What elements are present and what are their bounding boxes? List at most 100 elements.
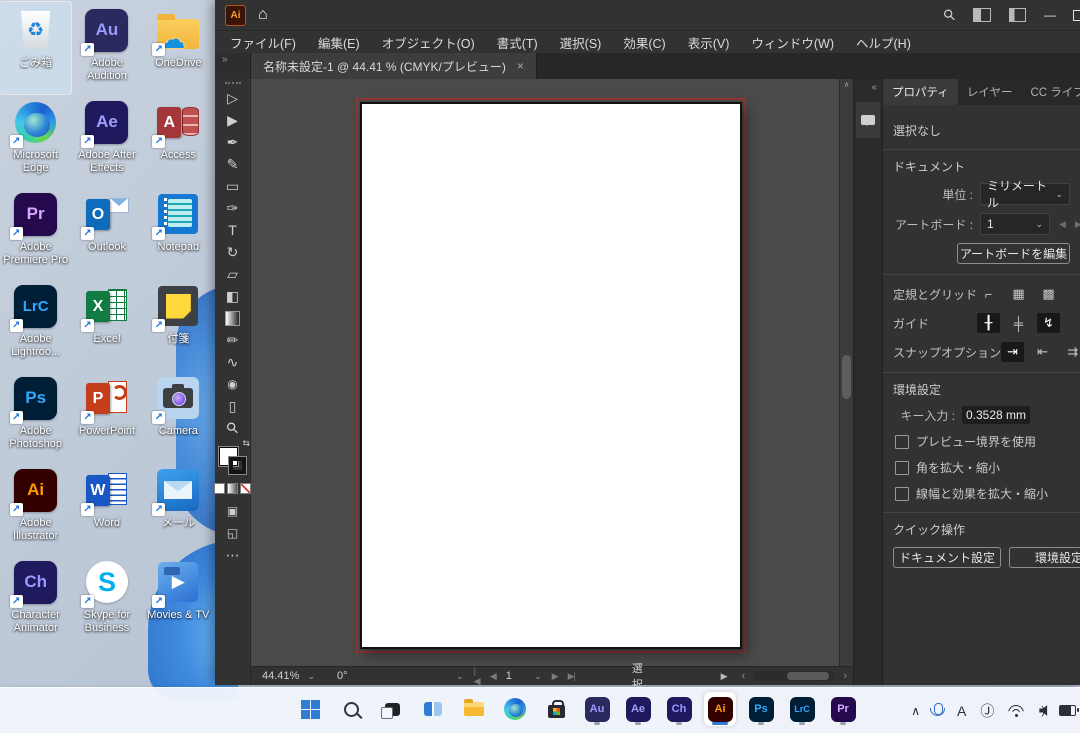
menu-object[interactable]: オブジェクト(O) xyxy=(371,33,486,52)
document-setup-button[interactable]: ドキュメント設定 xyxy=(893,547,1001,568)
color-button[interactable] xyxy=(214,483,225,494)
arrange-documents-icon[interactable] xyxy=(973,8,991,22)
file-explorer-button[interactable] xyxy=(458,692,490,726)
checkbox[interactable] xyxy=(895,461,909,475)
workspace-switcher-icon[interactable] xyxy=(1009,8,1026,22)
edge-button[interactable] xyxy=(499,692,531,726)
desktop-icon-movies-tv[interactable]: ▶ ↗ Movies & TV xyxy=(143,554,214,646)
desktop-icon-character-animator[interactable]: Ch ↗ Character Animator xyxy=(0,554,71,646)
zoom-level-dropdown[interactable]: 44.41% ⌄ xyxy=(257,669,320,683)
desktop-icon-word[interactable]: W ↗ Word xyxy=(71,462,142,554)
canvas-area[interactable]: ∧ xyxy=(251,79,853,666)
screen-mode-icon[interactable]: ◱ xyxy=(215,522,250,544)
desktop-icon-outlook[interactable]: O ↗ Outlook xyxy=(71,186,142,278)
menu-window[interactable]: ウィンドウ(W) xyxy=(740,33,845,52)
desktop-icon-powerpoint[interactable]: P ↗ PowerPoint xyxy=(71,370,142,462)
previous-artboard-icon[interactable]: ◀ xyxy=(1059,219,1066,230)
taskbar-illustrator-button[interactable]: Ai xyxy=(704,692,736,726)
rotate-view-tool[interactable]: ◉ xyxy=(215,373,250,395)
unit-dropdown[interactable]: ミリメートル ⌄ xyxy=(980,183,1070,205)
gradient-tool[interactable] xyxy=(215,307,250,329)
tab-cc-libraries[interactable]: CC ライブラリ xyxy=(1021,79,1080,105)
menu-effect[interactable]: 効果(C) xyxy=(612,33,676,52)
show-guides-icon[interactable]: ╂ xyxy=(977,313,1000,333)
task-view-button[interactable] xyxy=(376,692,408,726)
artboard-tool[interactable]: ▯ xyxy=(215,395,250,417)
desktop-icon-adobe-audition[interactable]: Au ↗ Adobe Audition xyxy=(71,2,142,94)
comments-panel-button[interactable] xyxy=(856,102,880,138)
edit-artboard-button[interactable]: アートボードを編集 xyxy=(957,243,1070,264)
eyedropper-tool[interactable]: ✏ xyxy=(215,329,250,351)
next-artboard-button[interactable]: ▶ xyxy=(552,671,558,682)
direct-selection-tool[interactable]: ▶ xyxy=(215,109,250,131)
search-icon[interactable]: ⚲ xyxy=(939,5,960,26)
desktop-icon-adobe-premiere-pro[interactable]: Pr ↗ Adobe Premiere Pro xyxy=(0,186,71,278)
start-button[interactable] xyxy=(294,692,326,726)
taskbar-after-effects-button[interactable]: Ae xyxy=(622,692,654,726)
checkbox[interactable] xyxy=(895,487,909,501)
shape-builder-tool[interactable]: ◧ xyxy=(215,285,250,307)
swap-fill-stroke-icon[interactable]: ⇆ xyxy=(242,438,250,449)
app-logo-icon[interactable]: Ai xyxy=(225,5,246,26)
desktop-icon-microsoft-edge[interactable]: ↗ Microsoft Edge xyxy=(0,94,71,186)
preferences-button[interactable]: 環境設定 xyxy=(1009,547,1080,568)
taskbar-premiere-button[interactable]: Pr xyxy=(827,692,859,726)
rotate-tool[interactable]: ↻ xyxy=(215,241,250,263)
scroll-up-icon[interactable]: ∧ xyxy=(840,80,853,89)
paintbrush-tool[interactable]: ✑ xyxy=(215,197,250,219)
menu-select[interactable]: 選択(S) xyxy=(549,33,613,52)
pen-tool[interactable]: ✒ xyxy=(215,131,250,153)
desktop-icon-sticky-notes[interactable]: ↗ 付箋 xyxy=(143,278,214,370)
microsoft-store-button[interactable] xyxy=(540,692,572,726)
desktop-icon-adobe-photoshop[interactable]: Ps ↗ Adobe Photoshop xyxy=(0,370,71,462)
artboard-navigation-dropdown[interactable]: 1 ⌄ xyxy=(501,669,547,683)
taskbar-search-button[interactable] xyxy=(335,692,367,726)
circled-j-icon[interactable]: Ⓙ xyxy=(980,701,994,721)
minimize-button[interactable]: — xyxy=(1044,8,1055,22)
close-tab-icon[interactable]: × xyxy=(517,59,524,73)
vertical-scrollbar-thumb[interactable] xyxy=(842,355,851,399)
snap-to-point-icon[interactable]: ⇥ xyxy=(1001,342,1024,362)
taskbar-photoshop-button[interactable]: Ps xyxy=(745,692,777,726)
microphone-icon[interactable] xyxy=(934,703,943,715)
lock-guides-icon[interactable]: ╪ xyxy=(1007,313,1030,333)
menu-view[interactable]: 表示(V) xyxy=(677,33,741,52)
desktop-icon-onedrive[interactable]: ☁ ↗ OneDrive xyxy=(143,2,214,94)
tools-panel-grip[interactable] xyxy=(225,82,241,84)
desktop-icon-skype-for-business[interactable]: S ↗ Skype for Business xyxy=(71,554,142,646)
tray-overflow-chevron-icon[interactable]: ∧ xyxy=(911,704,920,718)
wifi-icon[interactable] xyxy=(1008,705,1025,717)
horizontal-scrollbar[interactable] xyxy=(753,671,835,681)
eraser-tool[interactable]: ▱ xyxy=(215,263,250,285)
tab-layers[interactable]: レイヤー xyxy=(958,79,1022,105)
taskbar-audition-button[interactable]: Au xyxy=(581,692,613,726)
desktop-icon-adobe-lightroom[interactable]: LrC ↗ Adobe Lightroo... xyxy=(0,278,71,370)
taskbar-character-animator-button[interactable]: Ch xyxy=(663,692,695,726)
curvature-tool[interactable]: ✎ xyxy=(215,153,250,175)
previous-artboard-button[interactable]: ◀ xyxy=(490,671,496,682)
desktop-icon-mail[interactable]: ↗ メール xyxy=(143,462,214,554)
type-tool[interactable]: T xyxy=(215,219,250,241)
taskbar-lightroom-button[interactable]: LrC xyxy=(786,692,818,726)
tab-properties[interactable]: プロパティ xyxy=(883,79,958,105)
volume-icon[interactable]: ) xyxy=(1039,705,1045,717)
blend-tool[interactable]: ∿ xyxy=(215,351,250,373)
scroll-right-icon[interactable]: › xyxy=(843,670,847,682)
rectangle-tool[interactable]: ▭ xyxy=(215,175,250,197)
last-artboard-button[interactable]: ▶| xyxy=(568,671,575,682)
document-tab[interactable]: 名称未設定-1 @ 44.41 % (CMYK/プレビュー) × xyxy=(250,53,537,79)
zoom-tool[interactable]: ⚲ xyxy=(215,417,250,439)
desktop-icon-access[interactable]: A ↗ Access xyxy=(143,94,214,186)
menu-file[interactable]: ファイル(F) xyxy=(219,33,307,52)
show-grid-icon[interactable]: ▦ xyxy=(1007,284,1030,304)
draw-mode-icon[interactable]: ▣ xyxy=(215,500,250,522)
menu-help[interactable]: ヘルプ(H) xyxy=(845,33,922,52)
first-artboard-button[interactable]: |◀ xyxy=(474,666,480,687)
show-transparency-grid-icon[interactable]: ▩ xyxy=(1037,284,1060,304)
artboard-dropdown[interactable]: 1 ⌄ xyxy=(980,213,1050,235)
widgets-button[interactable] xyxy=(417,692,449,726)
keyboard-increment-field[interactable]: 0.3528 mm xyxy=(962,406,1030,424)
scroll-left-icon[interactable]: ‹ xyxy=(742,670,746,682)
fill-stroke-indicator[interactable]: ⇆ xyxy=(219,447,246,474)
artboard[interactable] xyxy=(360,102,742,649)
